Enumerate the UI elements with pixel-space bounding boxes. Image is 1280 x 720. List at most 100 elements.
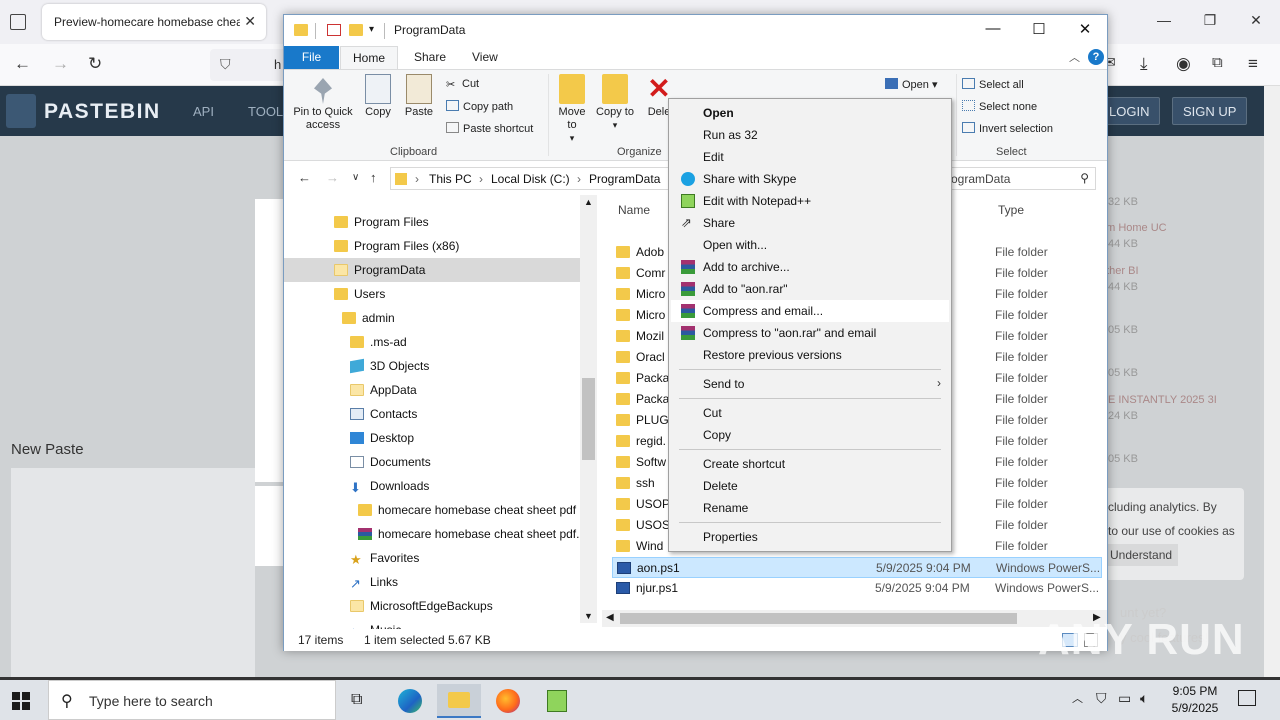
back-icon[interactable]: ← [298, 170, 311, 185]
file-row[interactable]: aon.ps1 5/9/2025 9:04 PM Windows PowerS... [612, 557, 1102, 578]
list-scroll-thumb[interactable] [620, 613, 1017, 624]
extensions-icon[interactable]: ⧉ [1212, 54, 1223, 71]
menu-item-compress-and-email[interactable]: Compress and email... [671, 300, 949, 322]
tree-item[interactable]: Documents [284, 450, 580, 474]
breadcrumb-local-disk[interactable]: Local Disk (C:) [491, 172, 570, 186]
search-box[interactable]: ogramData ⚲ [944, 167, 1096, 190]
edge-icon[interactable] [388, 684, 432, 718]
minimize-icon[interactable]: — [1154, 12, 1174, 28]
taskbar-clock[interactable]: 9:05 PM 5/9/2025 [1160, 683, 1230, 717]
signup-button[interactable]: SIGN UP [1172, 97, 1248, 125]
menu-item-restore-previous-versions[interactable]: Restore previous versions [671, 344, 949, 366]
move-to-button[interactable]: Move to ▾ [554, 74, 590, 145]
menu-item-run-as-32[interactable]: Run as 32 [671, 124, 949, 146]
nav-scroll-thumb[interactable] [582, 378, 595, 460]
notepadpp-icon[interactable] [535, 684, 579, 718]
copy-button[interactable]: Copy [362, 74, 394, 119]
browser-scrollbar[interactable] [1264, 86, 1280, 680]
close-window-icon[interactable]: ✕ [1246, 12, 1266, 29]
tree-item[interactable]: admin [284, 306, 580, 330]
help-icon[interactable]: ? [1088, 49, 1104, 65]
pin-quick-access-button[interactable]: Pin to Quick access [290, 74, 356, 132]
menu-item-rename[interactable]: Rename [671, 497, 949, 519]
paste-button[interactable]: Paste [402, 74, 436, 119]
menu-item-properties[interactable]: Properties [671, 526, 949, 548]
menu-item-edit-with-notepad[interactable]: Edit with Notepad++ [671, 190, 949, 212]
menu-item-create-shortcut[interactable]: Create shortcut [671, 453, 949, 475]
properties-icon[interactable] [327, 24, 341, 36]
menu-item-share[interactable]: ⇗ Share [671, 212, 949, 234]
tree-item[interactable]: homecare homebase cheat sheet pdf.z [284, 522, 585, 546]
nav-api[interactable]: API [193, 104, 214, 119]
cookie-understand-button[interactable]: Understand [1104, 544, 1179, 566]
tree-item[interactable]: Program Files (x86) [284, 234, 580, 258]
scroll-up-icon[interactable]: ▲ [584, 197, 593, 207]
tab-view[interactable]: View [472, 50, 498, 64]
network-icon[interactable]: ▭ [1118, 690, 1131, 707]
tree-item[interactable]: ★ Favorites [284, 546, 580, 570]
invert-selection-button[interactable]: Invert selection [962, 122, 1053, 135]
column-type[interactable]: Type [998, 203, 1024, 217]
menu-item-open-with[interactable]: Open with... [671, 234, 949, 256]
menu-item-add-to-archive[interactable]: Add to archive... [671, 256, 949, 278]
breadcrumb-programdata[interactable]: ProgramData [589, 172, 660, 186]
side-item-title[interactable]: CE INSTANTLY 2025 3I [1100, 394, 1217, 406]
notifications-icon[interactable] [1238, 690, 1256, 706]
menu-item-add-to-aon-rar[interactable]: Add to "aon.rar" [671, 278, 949, 300]
download-icon[interactable]: ⤓ [1140, 54, 1148, 74]
security-icon[interactable]: ⛉ [1096, 690, 1107, 707]
address-bar[interactable]: › This PC › Local Disk (C:) › ProgramDat… [390, 167, 670, 190]
column-name[interactable]: Name [618, 203, 650, 217]
menu-icon[interactable]: ≡ [1248, 54, 1258, 74]
menu-item-cut[interactable]: Cut [671, 402, 949, 424]
tree-item[interactable]: ⬇ Downloads [284, 474, 580, 498]
forward-icon[interactable]: → [326, 170, 339, 185]
task-view-icon[interactable]: ⧉ [338, 684, 382, 718]
up-icon[interactable]: ↑ [370, 170, 377, 185]
menu-item-delete[interactable]: Delete [671, 475, 949, 497]
browser-tab[interactable]: Preview-homecare homebase cheat ✕ [42, 4, 266, 40]
scroll-down-icon[interactable]: ▼ [584, 611, 593, 621]
tree-item[interactable]: 3D Objects [284, 354, 580, 378]
list-hscrollbar[interactable]: ◀ ▶ [602, 610, 1107, 627]
tree-item[interactable]: Program Files [284, 210, 580, 234]
tree-item[interactable]: AppData [284, 378, 580, 402]
start-button[interactable] [12, 692, 30, 710]
menu-item-copy[interactable]: Copy [671, 424, 949, 446]
tree-item[interactable]: homecare homebase cheat sheet pdf [284, 498, 580, 522]
tab-list-icon[interactable] [10, 14, 26, 30]
new-folder-icon[interactable] [349, 24, 363, 36]
volume-icon[interactable]: 🔈︎ [1140, 690, 1148, 707]
menu-item-open[interactable]: Open [671, 102, 949, 124]
menu-item-share-with-skype[interactable]: Share with Skype [671, 168, 949, 190]
pastebin-logo[interactable] [6, 94, 36, 128]
reload-icon[interactable]: ↻ [88, 54, 102, 74]
account-icon[interactable]: ◉ [1176, 54, 1191, 74]
tree-item[interactable]: Users [284, 282, 580, 306]
customize-chevron-icon[interactable]: ▾ [369, 24, 374, 35]
close-icon[interactable]: ✕ [1062, 20, 1108, 38]
tab-home[interactable]: Home [340, 46, 398, 70]
tree-item[interactable]: Contacts [284, 402, 580, 426]
show-hidden-icons-icon[interactable]: ︿ [1072, 690, 1083, 706]
close-icon[interactable]: ✕ [244, 13, 256, 30]
url-bar[interactable]: ⛉ h [210, 49, 290, 81]
menu-item-send-to[interactable]: Send to › [671, 373, 949, 395]
tree-item[interactable]: MicrosoftEdgeBackups [284, 594, 580, 618]
file-row[interactable]: njur.ps1 5/9/2025 9:04 PM Windows PowerS..… [612, 578, 1102, 599]
recent-locations-icon[interactable]: ∨ [352, 172, 359, 183]
maximize-icon[interactable]: ☐ [1016, 20, 1062, 38]
nav-scrollbar[interactable]: ▲ ▼ [580, 195, 597, 623]
restore-icon[interactable]: ❐ [1200, 12, 1220, 29]
tree-item[interactable]: Desktop [284, 426, 580, 450]
file-explorer-taskbar-icon[interactable] [437, 684, 481, 718]
cut-button[interactable]: ✂ Cut [446, 78, 479, 91]
copy-path-button[interactable]: Copy path [446, 100, 513, 113]
tree-item[interactable]: .ms-ad [284, 330, 580, 354]
select-all-button[interactable]: Select all [962, 78, 1024, 91]
paste-shortcut-button[interactable]: Paste shortcut [446, 122, 533, 135]
copy-to-button[interactable]: Copy to ▾ [596, 74, 634, 132]
forward-icon[interactable]: → [52, 54, 69, 74]
scroll-left-icon[interactable]: ◀ [606, 612, 614, 623]
tab-file[interactable]: File [284, 46, 339, 69]
